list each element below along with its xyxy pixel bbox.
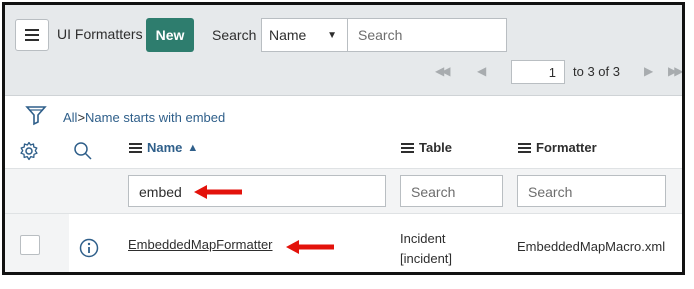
- column-menu-icon[interactable]: [401, 142, 414, 153]
- annotation-arrow-icon: [286, 240, 334, 254]
- annotation-arrow-icon: [194, 185, 242, 199]
- new-button[interactable]: New: [146, 18, 194, 52]
- search-field-select[interactable]: Name ▼: [261, 18, 347, 52]
- formatter-cell: EmbeddedMapMacro.xml: [517, 239, 666, 254]
- column-header-table[interactable]: Table: [401, 140, 452, 155]
- page-range-text: to 3 of 3: [573, 64, 620, 79]
- list-title: UI Formatters: [57, 26, 143, 42]
- search-field-value: Name: [269, 27, 307, 43]
- search-label: Search: [212, 27, 257, 43]
- hamburger-icon: [25, 29, 39, 41]
- list-menu-button[interactable]: [15, 19, 49, 51]
- column-header-name[interactable]: Name ▲: [129, 140, 198, 155]
- filter-icon[interactable]: [25, 104, 47, 126]
- last-page-icon[interactable]: ▶▶: [668, 64, 682, 78]
- formatter-column-search-input[interactable]: Search: [517, 175, 666, 207]
- search-input[interactable]: Search: [347, 18, 507, 52]
- column-header-formatter[interactable]: Formatter: [518, 140, 597, 155]
- sort-ascending-icon: ▲: [187, 141, 199, 154]
- row-checkbox[interactable]: [20, 235, 40, 255]
- breadcrumb-all[interactable]: All: [63, 110, 77, 125]
- page-number-input[interactable]: 1: [511, 60, 565, 84]
- record-name-link[interactable]: EmbeddedMapFormatter: [128, 237, 273, 252]
- column-menu-icon[interactable]: [518, 142, 531, 153]
- search-icon[interactable]: [73, 141, 93, 161]
- breadcrumb: All>Name starts with embed: [63, 110, 225, 125]
- table-cell: Incident [incident]: [400, 229, 452, 269]
- column-search-row: embed Search Search: [5, 168, 682, 213]
- dropdown-caret-icon: ▼: [327, 30, 337, 41]
- column-menu-icon[interactable]: [129, 142, 142, 153]
- column-header-table-label: Table: [419, 140, 452, 155]
- info-icon[interactable]: [79, 238, 99, 258]
- first-page-icon[interactable]: ◀◀: [435, 64, 451, 78]
- breadcrumb-row: All>Name starts with embed: [5, 96, 682, 138]
- column-header-name-label: Name: [147, 140, 183, 155]
- previous-page-icon[interactable]: ◀: [477, 64, 486, 78]
- table-cell-label: Incident: [400, 231, 446, 246]
- table-column-search-input[interactable]: Search: [400, 175, 503, 207]
- name-column-search-input[interactable]: embed: [128, 175, 386, 207]
- next-page-icon[interactable]: ▶: [644, 64, 653, 78]
- list-header: UI Formatters New Search Name ▼ Search ◀…: [5, 5, 682, 96]
- breadcrumb-filter[interactable]: Name starts with embed: [85, 110, 225, 125]
- gear-icon[interactable]: [19, 141, 39, 161]
- table-cell-name: [incident]: [400, 251, 453, 266]
- column-header-formatter-label: Formatter: [536, 140, 597, 155]
- table-row[interactable]: EmbeddedMapFormatter Incident [incident]…: [5, 213, 682, 272]
- breadcrumb-separator: >: [77, 110, 86, 125]
- list-window: UI Formatters New Search Name ▼ Search ◀…: [2, 2, 685, 275]
